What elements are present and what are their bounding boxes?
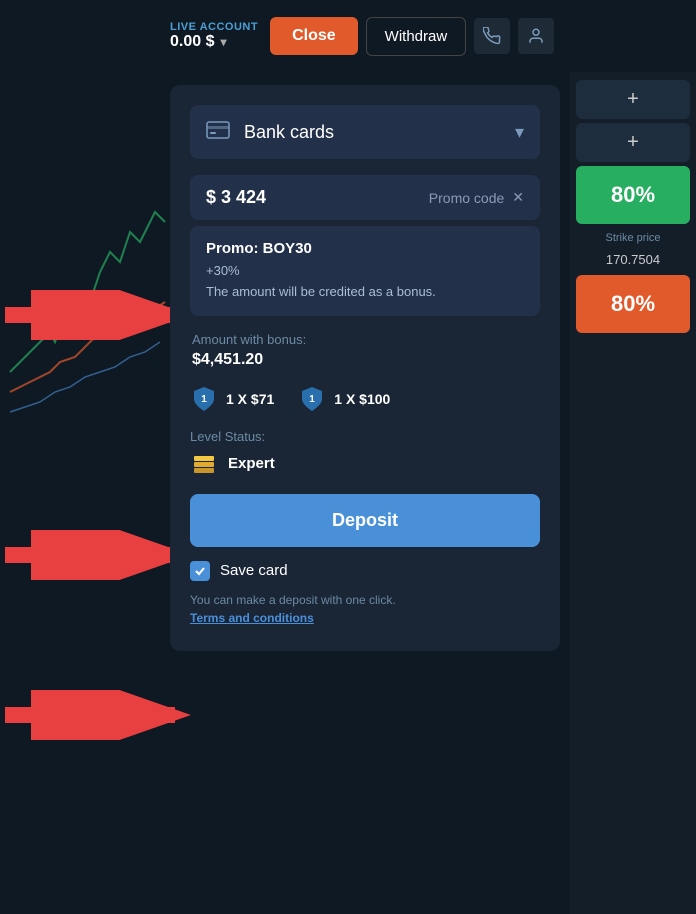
- deposit-button[interactable]: Deposit: [190, 494, 540, 547]
- promo-title: Promo: BOY30: [206, 240, 524, 257]
- level-section: Level Status: Expert: [190, 429, 540, 478]
- svg-text:1: 1: [309, 394, 315, 405]
- green-pct-btn[interactable]: 80%: [576, 166, 690, 224]
- payment-method-dropdown[interactable]: Bank cards ▾: [190, 105, 540, 159]
- right-sidebar: + + 80% Strike price 170.7504 80%: [570, 72, 696, 914]
- deposit-modal: Bank cards ▾ $ 3 424 Promo code ✕ Promo:…: [170, 85, 560, 651]
- user-icon[interactable]: [518, 18, 554, 54]
- strike-price-value: 170.7504: [576, 252, 690, 271]
- badge-item-2: 1 1 X $100: [298, 385, 390, 413]
- close-button[interactable]: Close: [270, 17, 358, 55]
- dropdown-chevron-icon: ▾: [515, 122, 524, 143]
- footer-text: You can make a deposit with one click. T…: [190, 591, 540, 627]
- chart-svg: [0, 72, 170, 472]
- shield-badge-icon-2: 1: [298, 385, 326, 413]
- withdraw-button[interactable]: Withdraw: [366, 17, 467, 56]
- badge-item-1: 1 1 X $71: [190, 385, 274, 413]
- level-row: Expert: [190, 450, 540, 478]
- plus-btn-2[interactable]: +: [576, 123, 690, 162]
- shield-badge-icon-1: 1: [190, 385, 218, 413]
- save-card-label: Save card: [220, 562, 288, 579]
- terms-link[interactable]: Terms and conditions: [190, 611, 314, 625]
- save-card-checkbox[interactable]: [190, 561, 210, 581]
- orange-pct-btn[interactable]: 80%: [576, 275, 690, 333]
- promo-code-label: Promo code: [429, 190, 504, 206]
- bank-card-icon: [206, 119, 230, 145]
- bonus-amount: $4,451.20: [192, 351, 540, 369]
- badge-text-2: 1 X $100: [334, 391, 390, 407]
- live-account-section: LIVE ACCOUNT 0.00 $ ▾: [170, 21, 258, 51]
- level-text: Expert: [228, 455, 275, 472]
- amount-row: $ 3 424 Promo code ✕: [190, 175, 540, 220]
- level-label: Level Status:: [190, 429, 540, 444]
- promo-description: The amount will be credited as a bonus.: [206, 282, 524, 302]
- live-account-value: 0.00 $ ▾: [170, 33, 258, 51]
- bonus-label: Amount with bonus:: [192, 332, 540, 347]
- arrow-deposit: [0, 690, 200, 740]
- badge-text-1: 1 X $71: [226, 391, 274, 407]
- expert-level-icon: [190, 450, 218, 478]
- live-account-label: LIVE ACCOUNT: [170, 21, 258, 33]
- promo-percent: +30%: [206, 263, 524, 278]
- payment-method-label: Bank cards: [244, 122, 515, 143]
- plus-btn-1[interactable]: +: [576, 80, 690, 119]
- header: LIVE ACCOUNT 0.00 $ ▾ Close Withdraw: [0, 0, 696, 72]
- phone-icon[interactable]: [474, 18, 510, 54]
- bonus-section: Amount with bonus: $4,451.20: [190, 332, 540, 369]
- svg-text:1: 1: [201, 394, 207, 405]
- checkbox-check-icon: [194, 565, 206, 577]
- strike-price-label: Strike price: [576, 228, 690, 248]
- badge-row: 1 1 X $71 1 1 X $100: [190, 385, 540, 413]
- promo-info-box: Promo: BOY30 +30% The amount will be cre…: [190, 226, 540, 316]
- chevron-down-icon[interactable]: ▾: [220, 35, 226, 49]
- promo-section: Promo code ✕: [429, 189, 524, 206]
- promo-close-icon[interactable]: ✕: [512, 189, 524, 206]
- save-card-row: Save card: [190, 561, 540, 581]
- amount-value[interactable]: $ 3 424: [206, 187, 429, 208]
